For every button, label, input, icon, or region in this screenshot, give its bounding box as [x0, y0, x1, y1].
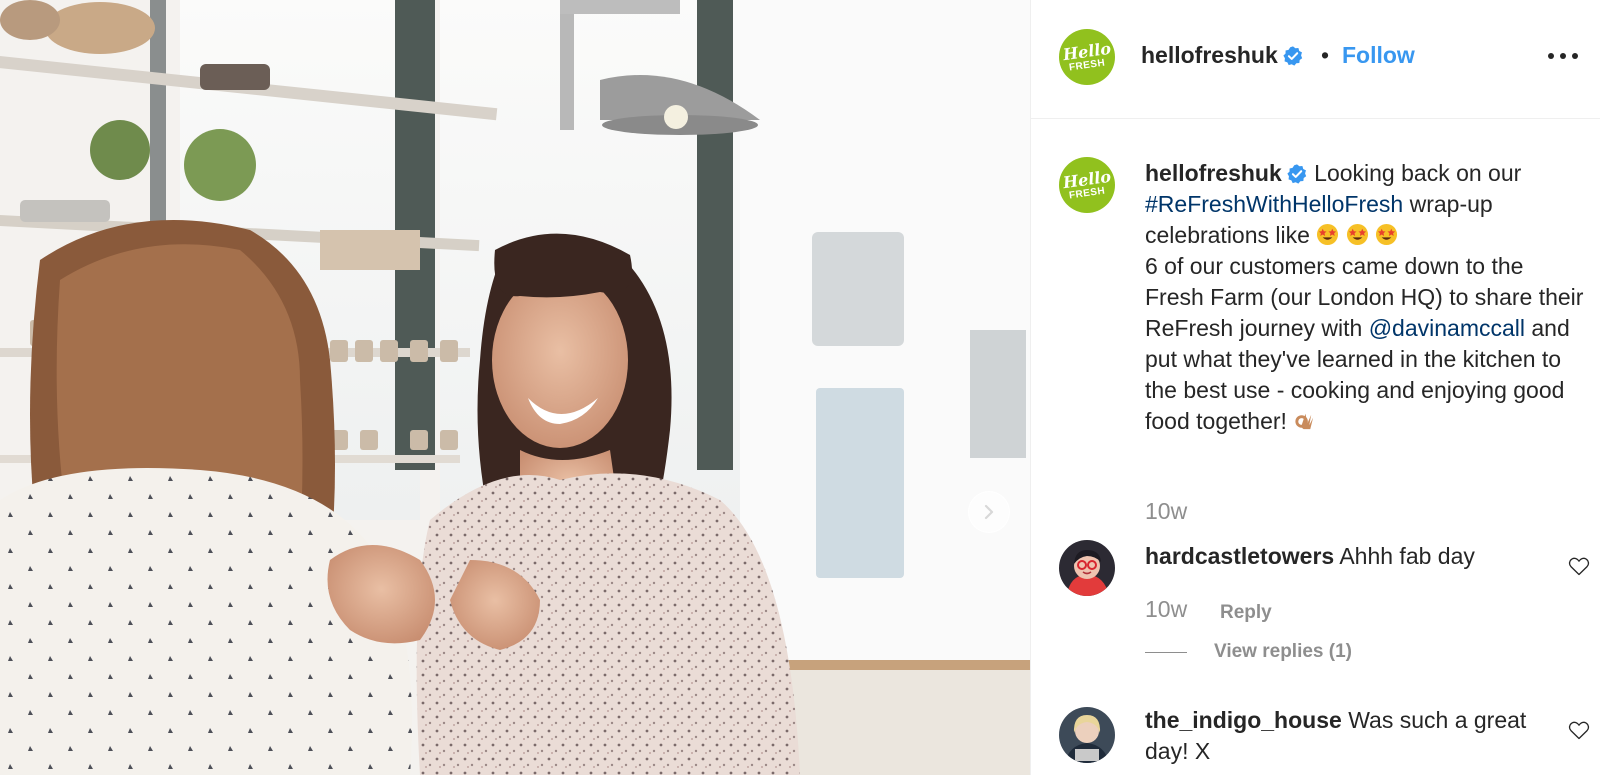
comment-body: Ahhh fab day [1339, 543, 1475, 569]
commenter-avatar[interactable] [1059, 540, 1115, 596]
comment-text: the_indigo_house Was such a great day! X [1145, 705, 1545, 767]
caption-avatar[interactable]: Hello FRESH [1059, 157, 1115, 213]
caption-username[interactable]: hellofreshuk [1145, 160, 1308, 186]
chevron-right-icon [984, 504, 994, 520]
like-comment-heart-icon[interactable] [1567, 718, 1591, 742]
reply-button[interactable]: Reply [1220, 602, 1272, 624]
post-photo[interactable] [0, 0, 1030, 775]
account-username[interactable]: hellofreshuk [1141, 42, 1304, 69]
post-caption: hellofreshuk Looking back on our #ReFres… [1145, 158, 1585, 437]
comment-username[interactable]: hardcastletowers [1145, 543, 1334, 569]
view-replies-button[interactable]: View replies (1) [1145, 641, 1352, 663]
view-replies-line [1145, 651, 1187, 653]
post-details-pane: Hello FRESH hellofreshuk • Follow Hello … [1030, 0, 1600, 775]
post-header: Hello FRESH hellofreshuk • Follow [1031, 0, 1600, 119]
comment-timestamp[interactable]: 10w [1145, 596, 1187, 623]
more-options-icon[interactable] [1545, 44, 1581, 68]
verified-badge-icon [1287, 164, 1306, 184]
like-comment-heart-icon[interactable] [1567, 554, 1591, 578]
caption-timestamp[interactable]: 10w [1145, 498, 1187, 525]
verified-badge-icon [1283, 46, 1302, 66]
account-avatar[interactable]: Hello FRESH [1059, 29, 1115, 85]
ok-hand-emoji [1295, 413, 1314, 430]
header-separator: • [1321, 42, 1330, 68]
commenter-avatar[interactable] [1059, 707, 1115, 763]
view-replies-label: View replies (1) [1214, 641, 1352, 662]
comment-text: hardcastletowers Ahhh fab day [1145, 541, 1545, 572]
caption-hashtag-link[interactable]: #ReFreshWithHelloFresh [1145, 191, 1403, 217]
username-text: hellofreshuk [1141, 42, 1278, 68]
caption-mention-link[interactable]: @davinamccall [1369, 315, 1525, 341]
follow-button[interactable]: Follow [1342, 42, 1415, 69]
comment-username[interactable]: the_indigo_house [1145, 707, 1342, 733]
next-photo-button[interactable] [968, 491, 1010, 533]
star-struck-emoji [1316, 222, 1398, 248]
post-image [0, 0, 1030, 775]
caption-username-text: hellofreshuk [1145, 160, 1282, 186]
caption-text-part: Looking back on our [1314, 160, 1522, 186]
